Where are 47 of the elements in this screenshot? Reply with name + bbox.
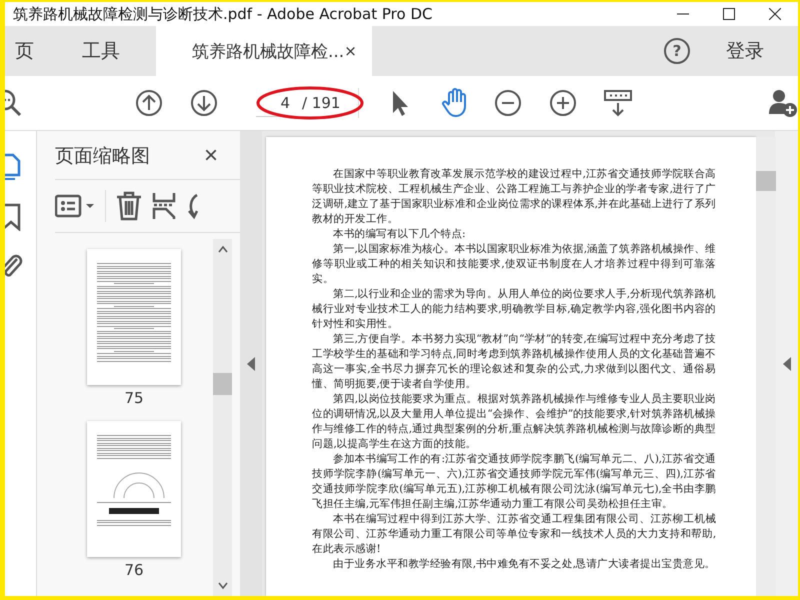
expand-pane-icon[interactable] <box>782 356 792 370</box>
zoom-out-icon[interactable] <box>494 89 522 117</box>
tab[interactable]: 工具 <box>68 26 134 76</box>
collapse-panel-icon[interactable] <box>246 356 256 370</box>
zoom-in-icon[interactable] <box>549 89 577 117</box>
paragraph: 本书在编写过程中得到江苏大学、江苏省交通工程集团有限公司、江苏柳工机械有限公司、江苏华通动力重工有限公司等单位专家和一线技术人员的大力支持和帮助,在此表示感谢! <box>312 512 716 557</box>
scroll-up-icon[interactable] <box>218 245 228 253</box>
sign-in-button[interactable]: 登录 <box>720 26 770 76</box>
window-title: 筑养路机械故障检测与诊断技术.pdf - Adobe Acrobat Pro DC <box>12 4 432 24</box>
panel-scrollbar[interactable] <box>213 239 232 596</box>
tab[interactable]: 页 <box>15 26 48 76</box>
paragraph: 第四,以岗位技能要求为重点。根据对筑养路机械操作与维修专业人员主要职业岗位的调研情况,以及大量用人单位提出“会操作、会维护”的技能要求,针对筑养路机械操作与维修工作的特点,通过典型案例的分析,重点解决筑养路机械检测与故障诊断的典型问题,以提高学生在这方面的技能。 <box>312 392 716 452</box>
page-number-field[interactable]: 4 <box>256 90 296 116</box>
maximize-icon[interactable] <box>723 8 735 20</box>
paragraph: 第一,以国家标准为核心。本书以国家职业标准为依据,涵盖了筑养路机械操作、维修等职业或工种的相关知识和技能要求,使双证书制度在人才培养过程中得到可靠落实。 <box>312 242 716 287</box>
document-tab[interactable]: 筑养路机械故障检...× <box>156 26 372 76</box>
rotate-icon[interactable] <box>186 191 198 221</box>
panel-title: 页面缩略图 <box>55 144 150 169</box>
paragraph: 第二,以行业和企业的需求为导向。从用人单位的岗位要求人手,分析现代筑养路机械行业对专业技术工人的能力结构要求,明确教学目标,确定教学内容,强化图书内容的针对性和实用性。 <box>312 287 716 332</box>
document-scrollbar[interactable] <box>756 137 776 596</box>
paragraph: 由于业务水平和教学经验有限,书中难免有不妥之处,恳请广大读者提出宝贵意见。 <box>332 557 716 572</box>
bookmark-icon[interactable] <box>5 203 23 231</box>
tab-close-button[interactable]: × <box>344 42 357 60</box>
paragraph: 参加本书编写工作的有:江苏省交通技师学院李鹏飞(编写单元二、八),江苏省交通技师学院李静(编写单元一、六),江苏省交通技师学院元军伟(编写单元三、四),江苏省交通技师学院李欣(编写单元五),江苏柳工机械有限公司沈泳(编写单元七),全书由李鹏飞担任主编,元军伟担任副主编,江苏华通动力重工有限公司吴劲松担任主审。 <box>312 452 716 512</box>
page-number-label: 76 <box>124 561 144 579</box>
arrow-down-icon[interactable] <box>190 89 218 117</box>
options-icon[interactable] <box>55 193 95 219</box>
help-button[interactable]: ? <box>664 38 690 64</box>
paragraph: 在国家中等职业教育改革发展示范学校的建设过程中,江苏省交通技师学院联合高等职业技术院校、工程机械生产企业、公路工程施工与养护企业的学者专家,进行了广泛调研,建立了基于国家职业标准和企业岗位需求的课程体系,并在此基础上进行了系列教材的开发工作。 <box>312 167 716 227</box>
page-thumbnail[interactable] <box>87 249 181 385</box>
paragraph: 本书的编写有以下几个特点: <box>332 227 466 242</box>
trash-icon[interactable] <box>116 191 142 221</box>
panel-close-button[interactable]: × <box>204 144 218 168</box>
extract-pages-icon[interactable] <box>152 191 176 221</box>
scroll-down-icon[interactable] <box>218 582 228 590</box>
page-count: / 191 <box>302 94 342 112</box>
close-icon[interactable] <box>769 8 781 20</box>
scroll-mode-icon[interactable] <box>604 89 632 117</box>
scrollbar-thumb[interactable] <box>756 171 776 191</box>
page-icon[interactable] <box>5 153 23 181</box>
add-user-icon[interactable] <box>768 88 798 118</box>
page-thumbnail[interactable] <box>87 421 181 557</box>
hand-icon[interactable] <box>441 88 469 118</box>
page-number-label: 75 <box>124 389 144 407</box>
arrow-up-icon[interactable] <box>135 89 163 117</box>
scrollbar-thumb[interactable] <box>213 373 232 395</box>
paragraph: 第三,方便自学。本书努力实现“教材”向“学材”的转变,在编写过程中充分考虑了技工学校学生的基础和学习特点,同时考虑到筑养路机械操作使用人员的文化基础普遍不高这一事实,全书尽力摒弃冗长的理论叙述和复杂的公式,力求做到以图代文、通俗易懂、简明扼要,便于读者自学使用。 <box>312 332 716 392</box>
